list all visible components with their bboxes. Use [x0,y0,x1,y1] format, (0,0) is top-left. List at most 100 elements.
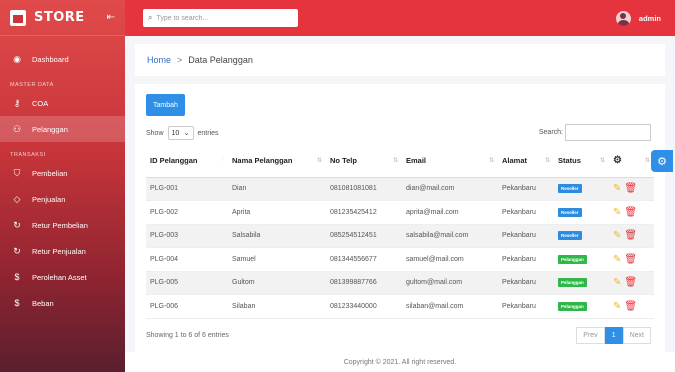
delete-icon[interactable]: 🗑 [624,207,637,218]
sidebar-item-retur-penjualan[interactable]: ↻ Retur Penjualan [0,238,125,264]
cell-telp: 085254512451 [326,224,402,248]
breadcrumb: Home > Data Pelanggan [135,44,665,76]
cell-status: Pelanggan [554,247,609,272]
delete-icon[interactable]: 🗑 [624,183,637,194]
status-badge: Reseller [558,184,582,194]
cell-telp: 081399887766 [326,271,402,295]
cell-telp: 081344556677 [326,247,402,272]
edit-icon[interactable]: ✎ [613,254,621,265]
brand-name: STORE [34,10,85,25]
gear-icon: ⚙ [613,155,622,167]
table-search-input[interactable] [565,124,651,141]
sidebar-item-retur-pembelian[interactable]: ↻ Retur Pembelian [0,212,125,238]
global-search: ⌕ [143,9,298,27]
brand: STORE ⇤ [0,0,125,36]
store-logo-icon [10,9,26,26]
cell-actions: ✎ 🗑 [609,271,654,295]
edit-icon[interactable]: ✎ [613,277,621,288]
user-name: admin [638,13,661,23]
cell-telp: 081081081081 [326,177,402,201]
next-button[interactable]: Next [622,327,651,344]
global-search-input[interactable] [156,14,287,22]
sort-icon: ⇅ [392,158,398,164]
delete-icon[interactable]: 🗑 [624,230,637,241]
sort-icon: ⇅ [544,158,550,164]
delete-icon[interactable]: 🗑 [624,301,637,312]
cell-alamat: Pekanbaru [498,271,554,295]
settings-gear-icon[interactable]: ⚙ [651,150,673,172]
sort-icon: ⇅ [488,158,494,164]
customer-table-card: Tambah Show 10 ⌄ entries Search: ID Pela… [135,84,665,352]
sidebar-item-beban[interactable]: $ Beban [0,290,125,316]
edit-icon[interactable]: ✎ [613,207,621,218]
sidebar-toggle-icon[interactable]: ⇤ [107,12,115,23]
status-badge: Reseller [558,231,582,241]
table-row: PLG-006 Silaban 081233440000 silaban@mail.c… [146,294,654,319]
sidebar-item-label: Pelanggan [32,124,68,134]
column-header-telp[interactable]: No Telp ⇅ [326,145,402,178]
sort-asc-icon: ↑ [221,157,224,163]
entries-label: entries [197,129,219,137]
cell-status: Reseller [554,200,609,225]
cell-status: Pelanggan [554,271,609,295]
sidebar-item-coa[interactable]: ⚷ COA [0,90,125,116]
money-icon: $ [14,272,20,282]
footer: Copyright © 2021. All right reserved. [125,352,675,372]
column-header-id[interactable]: ID Pelanggan ↑ [146,145,228,178]
section-master-data: MASTER DATA [10,82,54,88]
sidebar-item-perolehan-asset[interactable]: $ Perolehan Asset [0,264,125,290]
chevron-down-icon: ⌄ [183,130,190,137]
cell-nama: Gultom [228,271,326,295]
prev-button[interactable]: Prev [576,327,605,344]
sidebar-item-label: Retur Penjualan [32,246,86,256]
cell-alamat: Pekanbaru [498,224,554,248]
cell-telp: 081233440000 [326,294,402,319]
add-button[interactable]: Tambah [146,94,185,116]
user-menu[interactable]: admin [615,10,661,26]
page-1-button[interactable]: 1 [604,327,623,344]
breadcrumb-home[interactable]: Home [147,55,171,65]
cell-alamat: Pekanbaru [498,200,554,225]
cell-nama: Silaban [228,294,326,319]
table-search: Search: [539,124,651,141]
edit-icon[interactable]: ✎ [613,301,621,312]
cell-status: Reseller [554,177,609,201]
cell-nama: Dian [228,177,326,201]
column-header-email[interactable]: Email ⇅ [402,145,498,178]
cell-email: samuel@mail.com [402,247,498,272]
entries-select[interactable]: 10 ⌄ [167,126,194,140]
cell-alamat: Pekanbaru [498,247,554,272]
sort-icon: ⇅ [316,158,322,164]
cell-status: Pelanggan [554,294,609,319]
sidebar-item-pelanggan[interactable]: ⚇ Pelanggan [0,116,125,142]
table-header-row: ID Pelanggan ↑ Nama Pelanggan ⇅ No Telp ⇅ E… [146,145,654,178]
sidebar-item-label: Pembelian [32,168,68,178]
edit-icon[interactable]: ✎ [613,183,621,194]
cell-alamat: Pekanbaru [498,294,554,319]
sidebar-item-label: Penjualan [32,194,66,204]
return-icon: ↻ [13,245,21,256]
cell-alamat: Pekanbaru [498,177,554,201]
column-header-nama[interactable]: Nama Pelanggan ⇅ [228,145,326,178]
column-header-action[interactable]: ⚙ ⇅ [609,145,654,178]
status-badge: Pelanggan [558,278,587,288]
delete-icon[interactable]: 🗑 [624,277,637,288]
column-header-status[interactable]: Status ⇅ [554,145,609,178]
edit-icon[interactable]: ✎ [613,230,621,241]
sidebar-item-dashboard[interactable]: ◉ Dashboard [0,46,125,72]
add-user-icon: ⚇ [12,123,22,134]
delete-icon[interactable]: 🗑 [624,254,637,265]
show-entries: Show 10 ⌄ entries [146,126,219,140]
column-header-alamat[interactable]: Alamat ⇅ [498,145,554,178]
sidebar-item-pembelian[interactable]: ⛉ Pembelian [0,160,125,186]
dashboard-icon: ◉ [13,53,21,64]
cell-status: Reseller [554,224,609,248]
cell-actions: ✎ 🗑 [609,177,654,201]
money-icon: $ [14,298,20,308]
sidebar-item-penjualan[interactable]: ◇ Penjualan [0,186,125,212]
cell-id: PLG-006 [146,294,228,319]
cell-actions: ✎ 🗑 [609,224,654,248]
cell-telp: 081235425412 [326,200,402,225]
sort-icon: ⇅ [644,158,650,164]
avatar [615,10,631,26]
